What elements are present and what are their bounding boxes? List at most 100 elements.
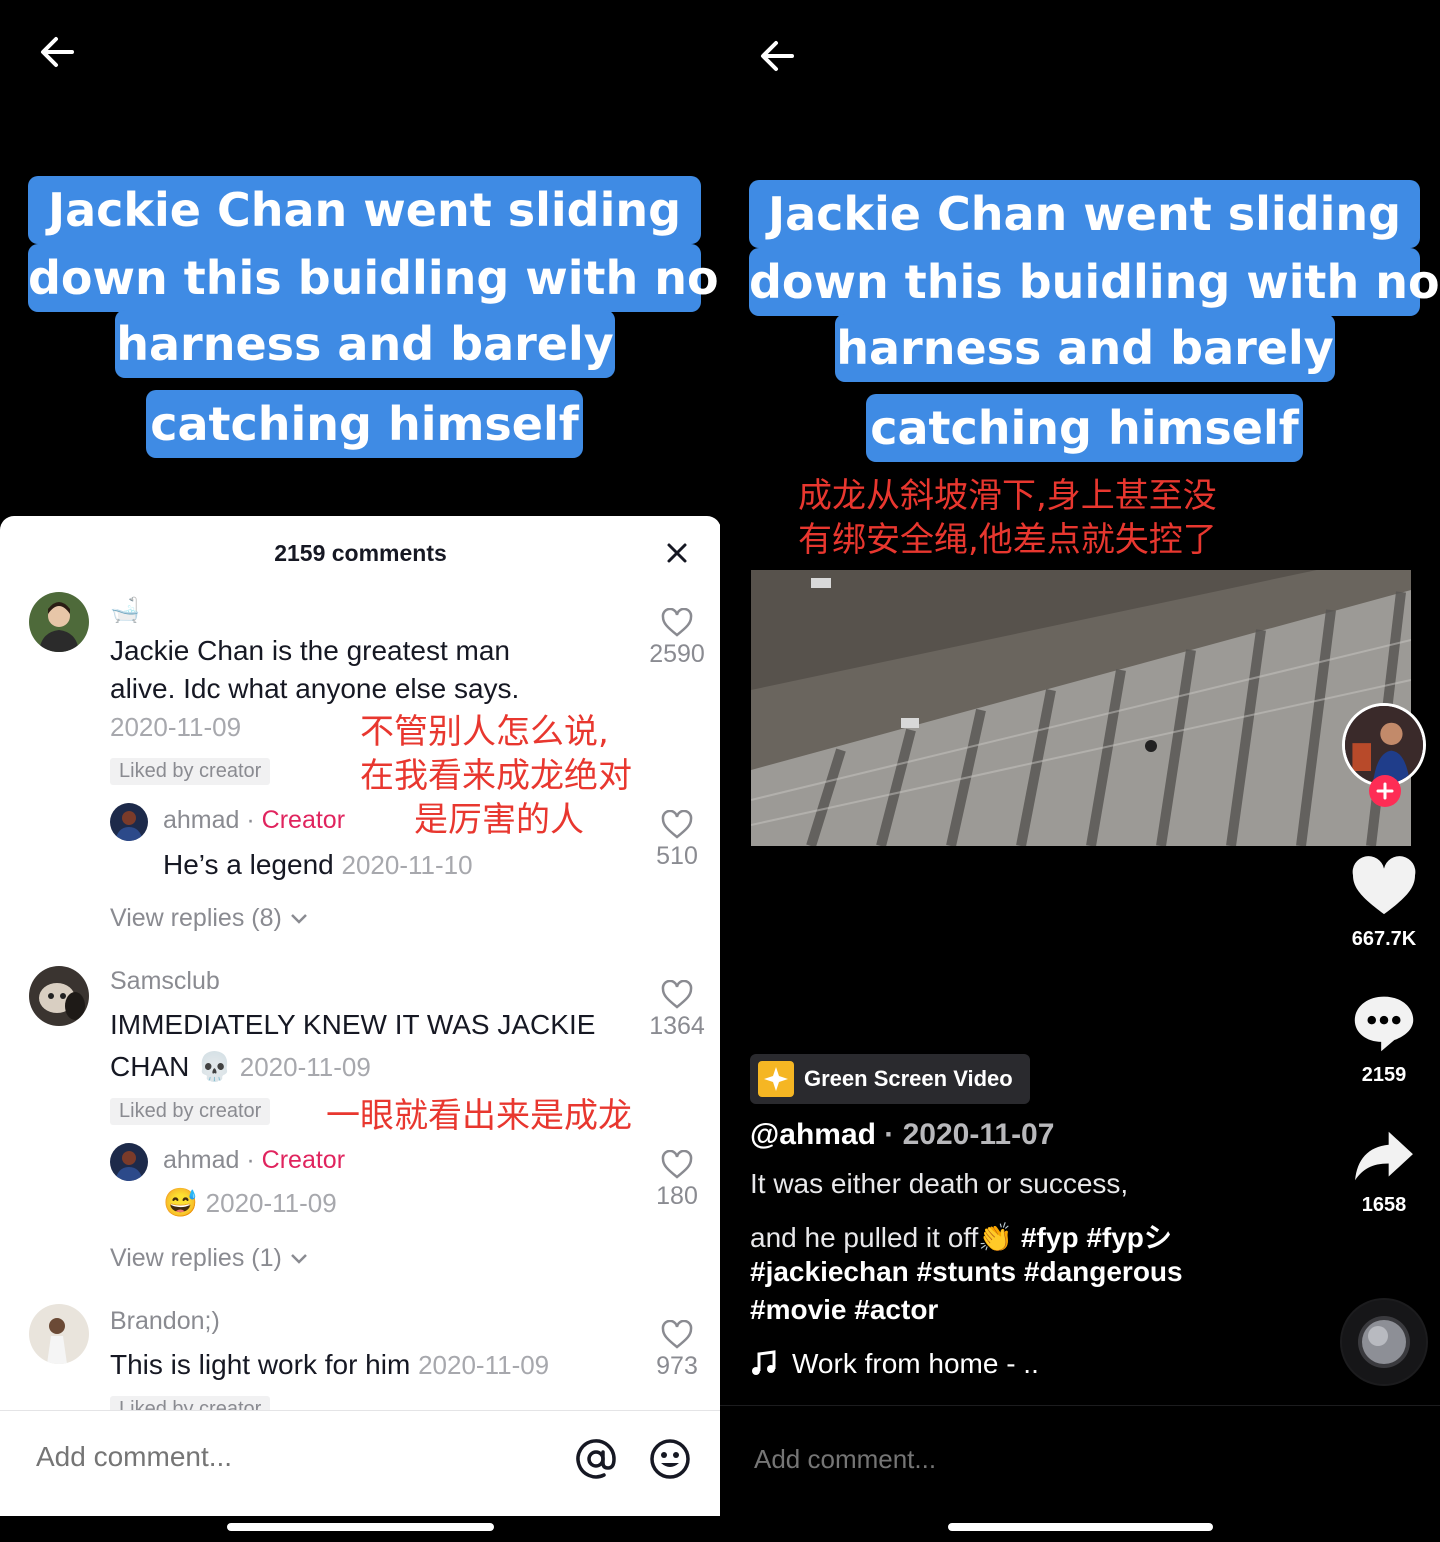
view-replies-button[interactable]: View replies (1) xyxy=(110,1244,309,1273)
caption-line: Jackie Chan went sliding xyxy=(749,180,1420,248)
back-arrow-icon xyxy=(41,37,74,67)
comment-date: 2020-11-09 xyxy=(418,1350,550,1380)
heart-outline-icon xyxy=(661,980,693,1009)
caption-line: catching himself xyxy=(866,394,1303,462)
hashtag-link[interactable]: #fyp #fypシ xyxy=(1013,1222,1172,1253)
comment-like-button[interactable]: 973 xyxy=(637,1320,717,1381)
avatar[interactable] xyxy=(110,1143,148,1181)
caption-line: harness and barely xyxy=(115,310,615,378)
chevron-down-icon xyxy=(290,1254,307,1264)
comment-button[interactable]: 2159 xyxy=(1340,992,1428,1087)
music-title: Work from home - .. xyxy=(792,1348,1039,1379)
music-disc-icon xyxy=(1342,1300,1426,1384)
comment-username[interactable]: 🛁 xyxy=(110,596,140,625)
comment-username[interactable]: Brandon;) xyxy=(110,1307,220,1336)
back-button[interactable] xyxy=(754,32,802,80)
reply-username[interactable]: ahmad xyxy=(163,806,239,834)
view-replies-label: View replies (8) xyxy=(110,904,282,932)
reply-date: 2020-11-10 xyxy=(341,850,473,880)
close-button[interactable] xyxy=(662,538,692,568)
share-button[interactable]: 1658 xyxy=(1340,1128,1428,1217)
music-disc-button[interactable] xyxy=(1340,1298,1428,1386)
at-icon xyxy=(576,1439,616,1479)
avatar[interactable] xyxy=(110,803,148,841)
add-comment-input[interactable] xyxy=(754,1444,1154,1475)
creator-badge: Creator xyxy=(261,806,346,834)
comment-text-row: CHAN 💀 2020-11-09 xyxy=(110,1048,371,1086)
reply-text: 😅 xyxy=(163,1187,198,1218)
view-replies-button[interactable]: View replies (8) xyxy=(110,904,309,933)
heart-icon xyxy=(1352,856,1416,915)
liked-by-creator-badge: Liked by creator xyxy=(110,1098,271,1125)
like-count: 2590 xyxy=(649,640,705,668)
share-count: 1658 xyxy=(1361,1194,1407,1216)
back-button[interactable] xyxy=(34,28,82,76)
liked-by-creator-badge: Liked by creator xyxy=(110,758,271,785)
annotation-note: 不管别人怎么说, xyxy=(360,712,609,752)
caption-line: down this buidling with no xyxy=(749,248,1440,316)
comment-like-button[interactable]: 1364 xyxy=(637,980,717,1041)
home-indicator[interactable] xyxy=(227,1523,494,1531)
follow-button[interactable] xyxy=(1369,775,1401,807)
video-frame xyxy=(751,570,1411,846)
author-handle[interactable]: @ahmad xyxy=(750,1118,876,1151)
plus-icon xyxy=(1376,782,1394,800)
comment-text: This is light work for him xyxy=(110,1349,411,1380)
comment-text: CHAN 💀 xyxy=(110,1051,232,1082)
effect-badge[interactable]: Green Screen Video xyxy=(750,1054,1030,1104)
back-arrow-icon xyxy=(761,41,794,71)
add-comment-input[interactable] xyxy=(36,1441,536,1473)
reply-username[interactable]: ahmad xyxy=(163,1146,239,1174)
like-count: 1364 xyxy=(649,1012,705,1040)
emoji-button[interactable] xyxy=(648,1437,692,1481)
like-count: 667.7K xyxy=(1351,928,1417,950)
hashtag-link[interactable]: #jackiechan #stunts #dangerous xyxy=(750,1256,1183,1288)
sparkle-icon xyxy=(758,1061,794,1097)
home-indicator[interactable] xyxy=(948,1523,1213,1531)
video-screen: Jackie Chan went sliding down this buidl… xyxy=(720,0,1440,1542)
chevron-down-icon xyxy=(290,914,307,924)
comment-date: 2020-11-09 xyxy=(110,712,242,742)
hashtag-link[interactable]: #movie #actor xyxy=(750,1294,938,1326)
reply-like-button[interactable]: 510 xyxy=(637,810,717,871)
like-button[interactable]: 667.7K xyxy=(1340,856,1428,951)
avatar[interactable] xyxy=(29,592,89,652)
add-comment-bar xyxy=(0,1410,720,1516)
comment-username[interactable]: Samsclub xyxy=(110,967,220,996)
comment-like-button[interactable]: 2590 xyxy=(637,608,717,669)
comment-count: 2159 xyxy=(1361,1064,1407,1086)
reply-username-row: ahmad · Creator xyxy=(163,1146,345,1175)
video-description: and he pulled it off👏 xyxy=(750,1222,1014,1253)
comment-text: IMMEDIATELY KNEW IT WAS JACKIE xyxy=(110,1009,596,1040)
annotation-note: 一眼就看出来是成龙 xyxy=(326,1096,632,1136)
comment-text-row: This is light work for him 2020-11-09 xyxy=(110,1346,549,1384)
reply-like-button[interactable]: 180 xyxy=(637,1150,717,1211)
reply-username-row: ahmad · Creator xyxy=(163,806,345,835)
comment-text: alive. Idc what anyone else says. xyxy=(110,673,520,704)
reply-date: 2020-11-09 xyxy=(205,1188,337,1218)
subtitle-line: 成龙从斜坡滑下,身上甚至没 xyxy=(798,476,1217,516)
music-row[interactable]: Work from home - .. xyxy=(750,1348,1039,1380)
like-count: 973 xyxy=(656,1352,698,1380)
share-arrow-icon xyxy=(1355,1131,1413,1181)
video-player[interactable] xyxy=(751,570,1411,846)
music-note-icon xyxy=(752,1350,776,1375)
like-count: 180 xyxy=(656,1182,698,1210)
add-comment-bar xyxy=(720,1405,1440,1515)
caption-line: harness and barely xyxy=(835,314,1335,382)
avatar[interactable] xyxy=(29,1304,89,1364)
annotation-note: 是厉害的人 xyxy=(414,800,584,840)
creator-badge: Creator xyxy=(261,1146,346,1174)
annotation-note: 在我看来成龙绝对 xyxy=(360,756,632,796)
author-row: @ahmad · 2020-11-07 xyxy=(750,1118,1054,1152)
comments-screen: Jackie Chan went sliding down this buidl… xyxy=(0,0,720,1542)
heart-outline-icon xyxy=(661,810,693,839)
emoji-icon xyxy=(650,1439,690,1479)
mention-button[interactable] xyxy=(574,1437,618,1481)
avatar[interactable] xyxy=(29,966,89,1026)
comment-bubble-icon xyxy=(1354,996,1414,1052)
comment-date: 2020-11-09 xyxy=(239,1052,371,1082)
creator-avatar-button[interactable] xyxy=(1340,703,1428,807)
subtitle-line: 有绑安全绳,他差点就失控了 xyxy=(798,520,1217,560)
heart-outline-icon xyxy=(661,1150,693,1179)
